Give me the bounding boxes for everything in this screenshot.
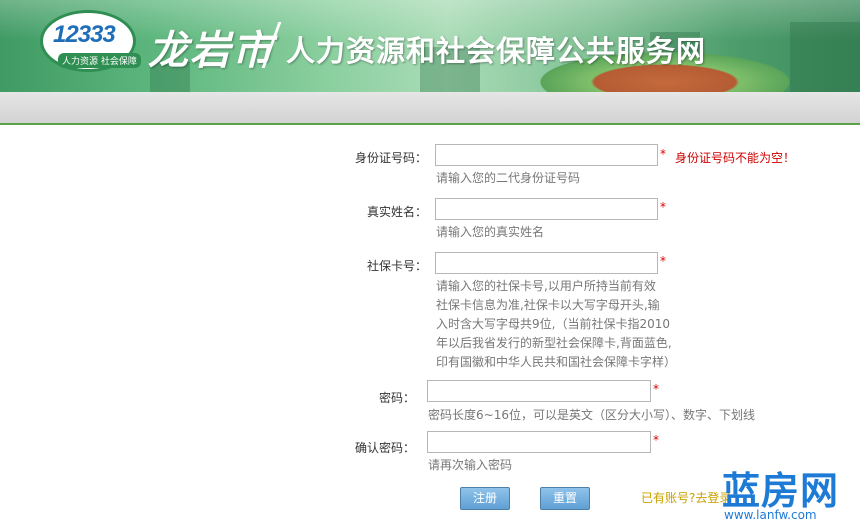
password-label: 密码： bbox=[378, 391, 415, 405]
site-title: 人力资源和社会保障公共服务网 bbox=[286, 34, 707, 68]
hint-line: 年以后我省发行的新型社会保障卡,背面蓝色, bbox=[436, 336, 672, 350]
logo-subtitle: 人力资源 社会保障 bbox=[58, 53, 141, 68]
required-mark: * bbox=[653, 382, 659, 396]
social-card-hint: 请输入您的社保卡号,以用户所持当前有效 社保卡信息为准,社保卡以大写字母开头,输… bbox=[436, 277, 676, 372]
watermark-url: www.lanfw.com bbox=[724, 508, 817, 522]
city-name: 龙岩市 bbox=[148, 28, 274, 74]
confirm-password-hint: 请再次输入密码 bbox=[428, 458, 513, 472]
id-number-error: 身份证号码不能为空！ bbox=[675, 151, 796, 165]
nav-band bbox=[0, 92, 860, 123]
site-banner: 12333 人力资源 社会保障 龙岩市 人力资源和社会保障公共服务网 bbox=[0, 0, 860, 92]
real-name-label: 真实姓名： bbox=[366, 205, 427, 219]
logo-number: 12333 bbox=[53, 21, 116, 48]
hint-line: 请输入您的社保卡号,以用户所持当前有效 bbox=[436, 279, 656, 293]
required-mark: * bbox=[660, 200, 666, 214]
social-card-input[interactable] bbox=[435, 252, 658, 274]
header-divider bbox=[0, 123, 860, 125]
real-name-input[interactable] bbox=[435, 198, 658, 220]
required-mark: * bbox=[660, 147, 666, 161]
required-mark: * bbox=[660, 254, 666, 268]
id-number-hint: 请输入您的二代身份证号码 bbox=[436, 171, 581, 185]
password-input[interactable] bbox=[427, 380, 651, 402]
social-card-label: 社保卡号： bbox=[366, 259, 427, 273]
hint-line: 社保卡信息为准,社保卡以大写字母开头,输 bbox=[436, 298, 660, 312]
real-name-hint: 请输入您的真实姓名 bbox=[436, 225, 545, 239]
watermark-name: 蓝房网 bbox=[722, 469, 840, 513]
banner-building bbox=[790, 22, 860, 92]
login-link[interactable]: 已有账号?去登录 bbox=[641, 489, 731, 506]
id-number-label: 身份证号码： bbox=[354, 151, 427, 165]
site-logo[interactable]: 12333 人力资源 社会保障 bbox=[40, 10, 141, 72]
confirm-password-input[interactable] bbox=[427, 431, 651, 453]
watermark: 蓝房网 www.lanfw.com bbox=[722, 462, 860, 523]
confirm-password-label: 确认密码： bbox=[354, 441, 415, 455]
hint-line: 入时含大写字母共9位,（当前社保卡指2010 bbox=[436, 317, 670, 331]
register-button[interactable]: 注册 bbox=[460, 487, 510, 510]
password-hint: 密码长度6~16位，可以是英文（区分大小写）、数字、下划线 bbox=[428, 408, 755, 422]
id-number-input[interactable] bbox=[435, 144, 658, 166]
hint-line: 印有国徽和中华人民共和国社会保障卡字样） bbox=[436, 355, 677, 369]
required-mark: * bbox=[653, 433, 659, 447]
reset-button[interactable]: 重置 bbox=[540, 487, 590, 510]
